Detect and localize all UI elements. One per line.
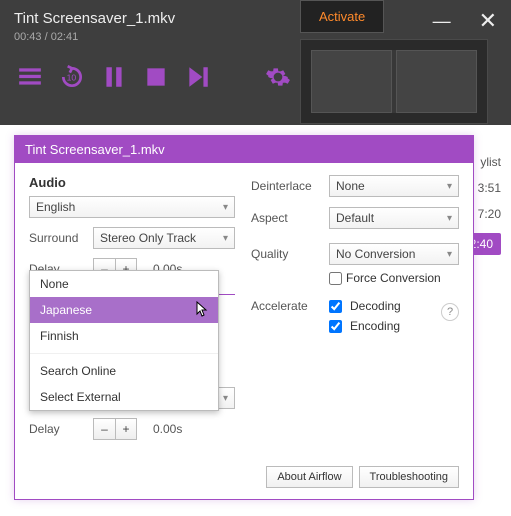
encoding-checkbox[interactable] xyxy=(329,320,342,333)
file-title: Tint Screensaver_1.mkv xyxy=(14,10,497,27)
aspect-select[interactable]: Default ▾ xyxy=(329,207,459,229)
sub-delay-minus[interactable]: – xyxy=(93,418,115,440)
deinterlace-select[interactable]: None ▾ xyxy=(329,175,459,197)
minimize-icon[interactable]: — xyxy=(433,11,451,32)
pause-icon[interactable] xyxy=(100,63,128,91)
playlist-icon[interactable] xyxy=(16,63,44,91)
chevron-down-icon: ▾ xyxy=(447,213,452,224)
video-preview xyxy=(300,39,488,124)
activate-button[interactable]: Activate xyxy=(300,0,384,33)
dropdown-item-select-external[interactable]: Select External xyxy=(30,384,218,410)
sub-delay-value: 0.00s xyxy=(153,422,182,436)
sub-delay-plus[interactable]: + xyxy=(115,418,137,440)
playlist-time-2: 7:20 xyxy=(478,207,501,221)
right-column: Deinterlace None ▾ Aspect Default ▾ Qual… xyxy=(251,175,459,486)
audio-heading: Audio xyxy=(29,175,235,190)
surround-select[interactable]: Stereo Only Track ▾ xyxy=(93,227,235,249)
chevron-down-icon: ▾ xyxy=(223,202,228,213)
subtitle-dropdown[interactable]: None Japanese Finnish Search Online Sele… xyxy=(29,270,219,411)
dropdown-item-none[interactable]: None xyxy=(30,271,218,297)
panel-title: Tint Screensaver_1.mkv xyxy=(15,136,473,163)
svg-text:10: 10 xyxy=(67,72,77,82)
decoding-checkbox[interactable] xyxy=(329,300,342,313)
cursor-icon xyxy=(196,301,210,317)
chevron-down-icon: ▾ xyxy=(447,181,452,192)
aspect-value: Default xyxy=(336,211,374,225)
window-controls: — ✕ xyxy=(433,8,497,34)
settings-icon[interactable] xyxy=(264,63,292,91)
deinterlace-value: None xyxy=(336,179,365,193)
aspect-label: Aspect xyxy=(251,211,321,225)
quality-select[interactable]: No Conversion ▾ xyxy=(329,243,459,265)
stop-icon[interactable] xyxy=(142,63,170,91)
quality-label: Quality xyxy=(251,247,321,261)
audio-language-value: English xyxy=(36,200,75,214)
close-icon[interactable]: ✕ xyxy=(479,8,497,34)
troubleshooting-button[interactable]: Troubleshooting xyxy=(359,466,459,488)
surround-label: Surround xyxy=(29,231,85,245)
chevron-down-icon: ▾ xyxy=(223,393,228,404)
deinterlace-label: Deinterlace xyxy=(251,179,321,193)
sub-delay-stepper: – + xyxy=(93,418,137,440)
next-icon[interactable] xyxy=(184,63,212,91)
dropdown-item-search[interactable]: Search Online xyxy=(30,358,218,384)
encoding-option[interactable]: Encoding xyxy=(329,319,401,333)
rewind-10-icon[interactable]: 10 xyxy=(58,63,86,91)
help-icon[interactable]: ? xyxy=(441,303,459,321)
dropdown-item-finnish[interactable]: Finnish xyxy=(30,323,218,349)
dropdown-item-japanese[interactable]: Japanese xyxy=(30,297,218,323)
sub-delay-label: Delay xyxy=(29,422,85,436)
playlist-time-1: 3:51 xyxy=(478,181,501,195)
player-window: Tint Screensaver_1.mkv 00:43 / 02:41 Act… xyxy=(0,0,511,125)
decoding-option[interactable]: Decoding xyxy=(329,299,401,313)
chevron-down-icon: ▾ xyxy=(223,233,228,244)
force-conversion-label: Force Conversion xyxy=(346,271,441,285)
settings-panel: Tint Screensaver_1.mkv Audio English ▾ S… xyxy=(14,135,474,500)
audio-language-select[interactable]: English ▾ xyxy=(29,196,235,218)
force-conversion-checkbox[interactable] xyxy=(329,272,342,285)
accelerate-label: Accelerate xyxy=(251,299,321,333)
chevron-down-icon: ▾ xyxy=(447,249,452,260)
playlist-label: ylist xyxy=(480,155,501,169)
surround-value: Stereo Only Track xyxy=(100,231,196,245)
quality-value: No Conversion xyxy=(336,247,415,261)
about-button[interactable]: About Airflow xyxy=(266,466,352,488)
